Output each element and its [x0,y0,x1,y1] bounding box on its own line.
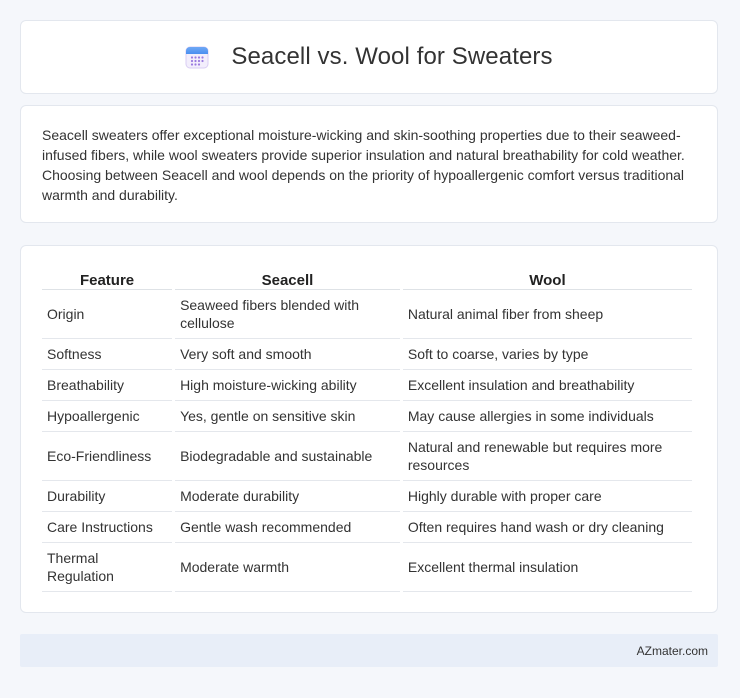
intro-paragraph: Seacell sweaters offer exceptional moist… [42,127,685,203]
table-header-row: Feature Seacell Wool [42,265,692,290]
header-wool: Wool [402,265,692,290]
header-seacell: Seacell [175,265,400,290]
calendar-icon [185,45,209,69]
seacell-cell: Biodegradable and sustainable [175,432,400,481]
seacell-cell: Yes, gentle on sensitive skin [175,401,400,432]
feature-cell: Durability [42,481,173,512]
feature-cell: Thermal Regulation [42,543,173,592]
feature-cell: Care Instructions [42,512,173,543]
feature-cell: Softness [42,339,173,370]
footer: AZmater.com [20,634,718,667]
wool-cell: Natural animal fiber from sheep [402,290,692,339]
table-row: Eco-Friendliness Biodegradable and susta… [42,432,692,481]
feature-cell: Origin [42,290,173,339]
comparison-card: Feature Seacell Wool Origin Seaweed fibe… [20,245,718,613]
wool-cell: Excellent thermal insulation [402,543,692,592]
intro-card: Seacell sweaters offer exceptional moist… [20,105,718,223]
table-row: Care Instructions Gentle wash recommende… [42,512,692,543]
seacell-cell: Very soft and smooth [175,339,400,370]
seacell-cell: Moderate durability [175,481,400,512]
feature-cell: Eco-Friendliness [42,432,173,481]
page-title: Seacell vs. Wool for Sweaters [231,43,553,70]
seacell-cell: Seaweed fibers blended with cellulose [175,290,400,339]
table-row: Hypoallergenic Yes, gentle on sensitive … [42,401,692,432]
wool-cell: Soft to coarse, varies by type [402,339,692,370]
table-row: Origin Seaweed fibers blended with cellu… [42,290,692,339]
title-card: Seacell vs. Wool for Sweaters [20,20,718,94]
seacell-cell: Gentle wash recommended [175,512,400,543]
feature-cell: Breathability [42,370,173,401]
comparison-table: Feature Seacell Wool Origin Seaweed fibe… [39,265,695,592]
wool-cell: Excellent insulation and breathability [402,370,692,401]
seacell-cell: Moderate warmth [175,543,400,592]
wool-cell: Often requires hand wash or dry cleaning [402,512,692,543]
footer-site-link[interactable]: AZmater.com [637,644,708,658]
wool-cell: Highly durable with proper care [402,481,692,512]
table-row: Durability Moderate durability Highly du… [42,481,692,512]
header-feature: Feature [42,265,173,290]
wool-cell: Natural and renewable but requires more … [402,432,692,481]
table-row: Softness Very soft and smooth Soft to co… [42,339,692,370]
feature-cell: Hypoallergenic [42,401,173,432]
seacell-cell: High moisture-wicking ability [175,370,400,401]
wool-cell: May cause allergies in some individuals [402,401,692,432]
table-row: Breathability High moisture-wicking abil… [42,370,692,401]
table-row: Thermal Regulation Moderate warmth Excel… [42,543,692,592]
